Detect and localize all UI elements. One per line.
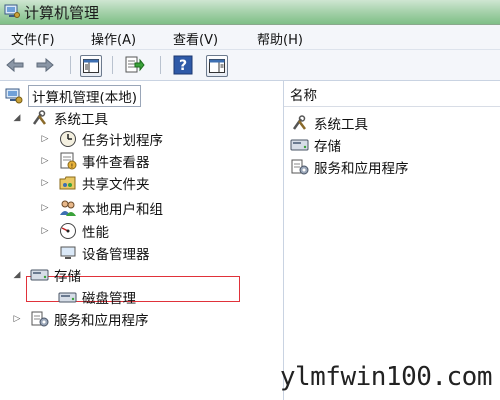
tree-item-event-viewer[interactable]: ! 事件查看器 — [58, 151, 150, 171]
svg-text:!: ! — [71, 163, 73, 170]
collapse-arrow-icon[interactable]: ◢ — [12, 113, 22, 123]
services-icon — [290, 158, 310, 176]
svg-text:?: ? — [179, 58, 187, 74]
users-icon — [58, 199, 78, 217]
export-list-button[interactable] — [124, 54, 146, 76]
back-arrow-icon — [6, 57, 24, 73]
console-tree-icon — [83, 59, 99, 73]
clock-icon — [58, 130, 78, 148]
toolbar-separator — [112, 56, 113, 74]
tree-item-label: 服务和应用程序 — [54, 313, 149, 329]
tree-item-storage[interactable]: 存储 — [30, 265, 81, 285]
tools-icon — [30, 109, 50, 127]
expand-arrow-icon[interactable]: ▷ — [12, 314, 22, 324]
shared-folder-icon — [58, 174, 78, 192]
list-item-label: 服务和应用程序 — [314, 161, 409, 177]
tree-item-services-apps[interactable]: 服务和应用程序 — [30, 309, 149, 329]
expand-arrow-icon[interactable]: ▷ — [40, 178, 50, 188]
menu-bar: 文件(F) 操作(A) 查看(V) 帮助(H) — [0, 25, 500, 50]
tree-item-label: 任务计划程序 — [82, 133, 163, 149]
title-bar: 计算机管理 — [0, 0, 500, 25]
tree-item-disk-management[interactable]: 磁盘管理 — [58, 287, 136, 307]
tree-item-label: 磁盘管理 — [82, 291, 136, 307]
list-item[interactable]: 存储 — [290, 135, 341, 155]
forward-arrow-icon — [36, 57, 54, 73]
disk-icon — [58, 288, 78, 306]
computer-management-icon — [4, 4, 20, 18]
tree-item-label: 存储 — [54, 269, 81, 285]
expand-arrow-icon[interactable]: ▷ — [40, 156, 50, 166]
menu-file[interactable]: 文件(F) — [8, 28, 58, 49]
tree-item-label: 本地用户和组 — [82, 202, 163, 218]
help-button[interactable]: ? — [172, 54, 194, 76]
services-icon — [30, 310, 50, 328]
event-viewer-icon: ! — [58, 152, 78, 170]
menu-view[interactable]: 查看(V) — [170, 28, 221, 49]
tree-item-label: 性能 — [82, 225, 109, 241]
watermark: ylmfwin100.com — [279, 362, 493, 392]
tree-item-device-manager[interactable]: 设备管理器 — [58, 243, 150, 263]
back-button[interactable] — [4, 54, 26, 76]
expand-arrow-icon[interactable]: ▷ — [40, 226, 50, 236]
list-item-label: 系统工具 — [314, 117, 368, 133]
toolbar-separator — [70, 56, 71, 74]
window-title: 计算机管理 — [24, 4, 100, 22]
help-icon: ? — [173, 55, 193, 75]
menu-help[interactable]: 帮助(H) — [254, 28, 306, 49]
tree-item-label: 共享文件夹 — [82, 177, 150, 193]
export-list-icon — [125, 56, 145, 73]
show-action-pane-button[interactable] — [206, 55, 228, 77]
tree-item-shared-folders[interactable]: 共享文件夹 — [58, 173, 150, 193]
console-tree: 计算机管理(本地) ◢ 系统工具 ▷ 任务计划程序 ▷ ! 事件查看器 ▷ 共享… — [0, 81, 284, 400]
show-console-tree-button[interactable] — [80, 55, 102, 77]
tools-icon — [290, 114, 310, 132]
list-item[interactable]: 系统工具 — [290, 113, 368, 133]
tree-item-label: 系统工具 — [54, 112, 108, 128]
toolbar: ? — [0, 50, 500, 81]
storage-icon — [30, 266, 50, 284]
expand-arrow-icon[interactable]: ▷ — [40, 134, 50, 144]
computer-management-icon — [4, 87, 24, 105]
storage-icon — [290, 136, 310, 154]
forward-button[interactable] — [34, 54, 56, 76]
expand-arrow-icon[interactable]: ▷ — [40, 203, 50, 213]
menu-action[interactable]: 操作(A) — [88, 28, 139, 49]
details-pane: 名称 系统工具 存储 服务和应用程序 — [284, 81, 500, 400]
performance-icon — [58, 222, 78, 240]
tree-item-label: 计算机管理(本地) — [28, 85, 142, 107]
tree-item-computer-management[interactable]: 计算机管理(本地) — [4, 85, 142, 107]
tree-item-local-users-groups[interactable]: 本地用户和组 — [58, 198, 163, 218]
device-manager-icon — [58, 244, 78, 262]
tree-item-performance[interactable]: 性能 — [58, 221, 109, 241]
tree-item-system-tools[interactable]: 系统工具 — [30, 108, 108, 128]
list-item-label: 存储 — [314, 139, 341, 155]
column-header-name[interactable]: 名称 — [284, 81, 500, 107]
tree-item-label: 设备管理器 — [82, 247, 150, 263]
toolbar-separator — [160, 56, 161, 74]
column-header-label: 名称 — [290, 87, 317, 104]
tree-item-label: 事件查看器 — [82, 155, 150, 171]
action-pane-icon — [209, 59, 225, 73]
tree-item-task-scheduler[interactable]: 任务计划程序 — [58, 129, 163, 149]
collapse-arrow-icon[interactable]: ◢ — [12, 270, 22, 280]
list-item[interactable]: 服务和应用程序 — [290, 157, 409, 177]
